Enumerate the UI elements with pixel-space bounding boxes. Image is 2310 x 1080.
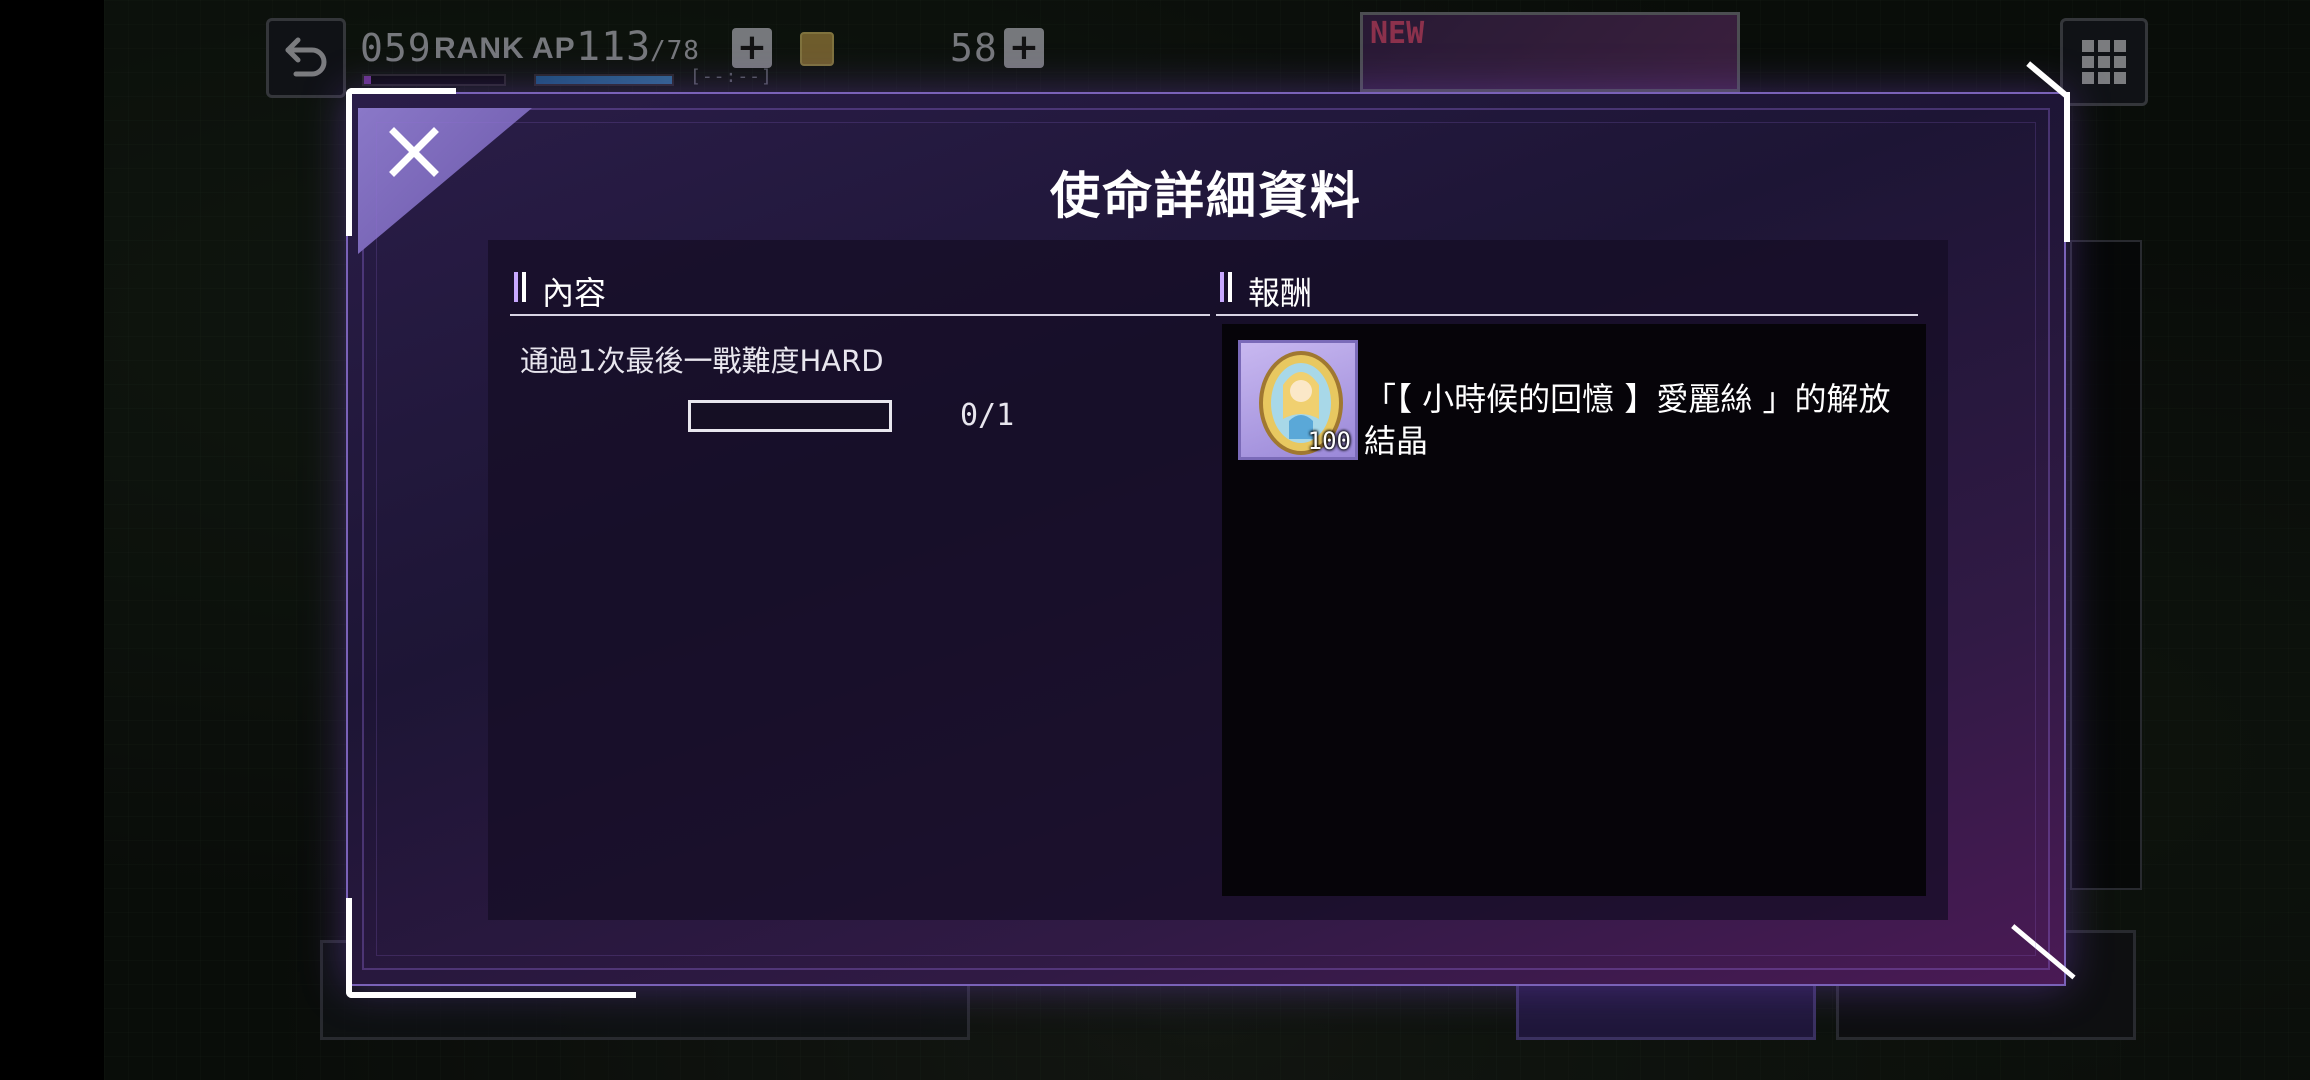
close-button[interactable] bbox=[382, 120, 446, 184]
dialog-body: 內容 通過1次最後一戰難度HARD 0/1 報酬 100 「【 小時候的回憶 】… bbox=[488, 240, 1948, 920]
section-bar-white bbox=[522, 272, 526, 302]
reward-section-label: 報酬 bbox=[1248, 274, 1313, 312]
reward-quantity: 100 bbox=[1307, 427, 1351, 455]
reward-panel: 100 「【 小時候的回憶 】愛麗絲 」的解放結晶 bbox=[1222, 324, 1926, 896]
content-section-header: 內容 bbox=[510, 260, 1210, 316]
section-bar-accent bbox=[1220, 272, 1224, 302]
frame-corner-bottom-right-diagonal bbox=[2011, 924, 2076, 980]
mission-progress-bar bbox=[688, 400, 892, 432]
crystal-icon[interactable]: 100 bbox=[1238, 340, 1358, 460]
frame-corner-bottom-left bbox=[346, 898, 636, 998]
section-bar-white bbox=[1228, 272, 1232, 302]
crystal-art bbox=[1259, 351, 1343, 455]
dialog-title: 使命詳細資料 bbox=[1050, 167, 1362, 225]
mission-detail-dialog: 使命詳細資料 內容 通過1次最後一戰難度HARD 0/1 報酬 100 「【 小… bbox=[346, 61, 2076, 998]
mission-description: 通過1次最後一戰難度HARD bbox=[520, 344, 884, 378]
section-bar-accent bbox=[514, 272, 518, 302]
reward-section-header: 報酬 bbox=[1216, 260, 1918, 316]
reward-item[interactable]: 100 「【 小時候的回憶 】愛麗絲 」的解放結晶 bbox=[1238, 340, 1904, 462]
mission-progress-text: 0/1 bbox=[960, 398, 1015, 433]
reward-name: 「【 小時候的回憶 】愛麗絲 」的解放結晶 bbox=[1364, 380, 1891, 460]
content-section-label: 內容 bbox=[542, 274, 607, 312]
close-tab bbox=[358, 108, 532, 254]
close-icon bbox=[389, 127, 439, 177]
